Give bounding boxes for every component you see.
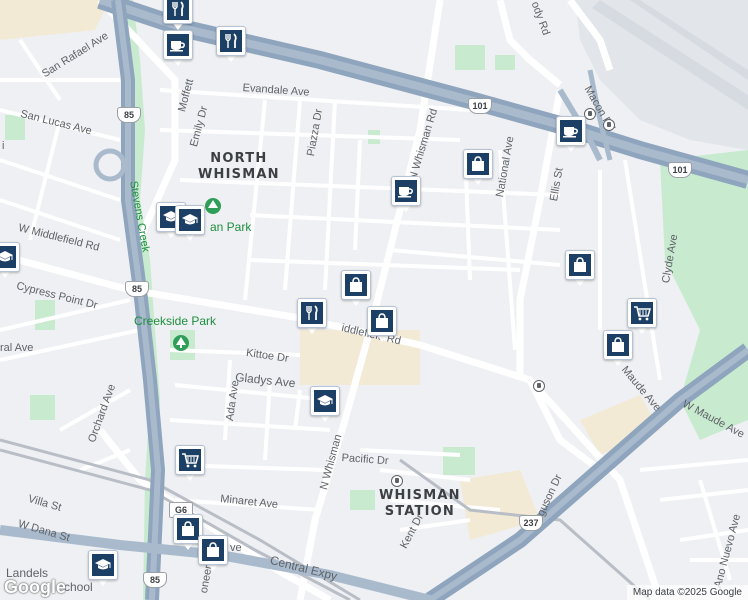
highway-101-shield-top: 101 <box>468 98 492 114</box>
park-station-2 <box>350 490 375 510</box>
grocery-icon <box>179 449 201 471</box>
park-station <box>443 447 475 475</box>
restaurant-icon <box>167 0 189 20</box>
transit-station-icon-whisman <box>391 475 403 487</box>
school-icon <box>179 209 201 231</box>
street-label-ave-fragment: ve <box>230 542 242 554</box>
pin-frame <box>310 386 340 416</box>
school-icon <box>0 246 16 268</box>
school-pin-landels[interactable] <box>88 550 118 588</box>
shopping-pin-central-2[interactable] <box>198 535 228 573</box>
pin-frame <box>198 535 228 565</box>
restaurant-icon <box>220 30 242 52</box>
pin-frame <box>341 270 371 300</box>
pin-frame <box>88 550 118 580</box>
grocery-pin-orchard[interactable] <box>175 445 205 483</box>
map-attribution[interactable]: Map data ©2025 Google <box>626 585 748 600</box>
pin-frame <box>556 116 586 146</box>
highway-85-shield-top: 85 <box>117 107 141 123</box>
google-logo[interactable]: Google <box>4 577 66 598</box>
park-top-2 <box>495 55 515 70</box>
school-icon <box>92 554 114 576</box>
shopping-icon <box>177 518 199 540</box>
pin-frame <box>603 330 633 360</box>
cafe-pin-whisman[interactable] <box>391 176 421 214</box>
highway-101-shield-right: 101 <box>668 162 692 178</box>
shopping-icon <box>607 334 629 356</box>
cafe-icon <box>395 180 417 202</box>
shopping-icon <box>345 274 367 296</box>
pin-frame <box>175 445 205 475</box>
north-whisman-label: NORTH WHISMAN <box>198 151 280 183</box>
pin-frame <box>163 0 193 24</box>
pin-frame <box>0 242 20 272</box>
school-pin-gladys[interactable] <box>310 386 340 424</box>
area-label-line: WHISMAN <box>198 167 280 182</box>
restaurant-pin-middlefield[interactable] <box>297 298 327 336</box>
area-label-line: WHISMAN <box>379 488 461 503</box>
restaurant-icon <box>301 302 323 324</box>
street-label-i-fragment: i <box>2 140 5 152</box>
shopping-pin-ellis[interactable] <box>565 250 595 288</box>
map-canvas[interactable]: NORTH WHISMAN WHISMAN STATION Evandale A… <box>0 0 748 600</box>
school-pin-left-edge[interactable] <box>0 242 20 280</box>
park-label-an-park: an Park <box>210 220 252 234</box>
cafe-pin-moffett[interactable] <box>163 30 193 68</box>
park-label-creekside: Creekside Park <box>134 314 217 328</box>
shopping-icon <box>467 153 489 175</box>
shopping-pin-middlefield-1[interactable] <box>341 270 371 308</box>
highway-85-shield-bottom: 85 <box>143 572 167 588</box>
pin-frame <box>163 30 193 60</box>
street-label-ral-ave: ral Ave <box>0 342 34 354</box>
transit-station-icon-middlefield <box>533 380 545 392</box>
cafe-pin-101[interactable] <box>556 116 586 154</box>
school-pin-park-2[interactable] <box>175 205 205 243</box>
cafe-icon <box>560 120 582 142</box>
grocery-icon <box>631 302 653 324</box>
cafe-icon <box>167 34 189 56</box>
shopping-icon <box>569 254 591 276</box>
shopping-icon <box>202 539 224 561</box>
park-left-2 <box>35 300 55 330</box>
pin-frame <box>463 149 493 179</box>
highway-85-shield-mid: 85 <box>125 281 149 297</box>
pin-frame <box>175 205 205 235</box>
pin-frame <box>391 176 421 206</box>
shopping-pin-national[interactable] <box>463 149 493 187</box>
pin-frame <box>216 26 246 56</box>
shopping-pin-middlefield-2[interactable] <box>367 306 397 344</box>
pin-frame <box>367 306 397 336</box>
shopping-pin-maude[interactable] <box>603 330 633 368</box>
pin-frame <box>565 250 595 280</box>
restaurant-pin-moffett[interactable] <box>216 26 246 64</box>
transit-station-icon-101 <box>603 119 615 131</box>
pin-frame <box>627 298 657 328</box>
highway-237-shield: 237 <box>519 515 543 531</box>
park-orchard <box>30 395 55 420</box>
restaurant-pin-top[interactable] <box>163 0 193 32</box>
school-icon <box>314 390 336 412</box>
area-label-line: NORTH <box>210 151 268 166</box>
pin-frame <box>297 298 327 328</box>
shopping-icon <box>371 310 393 332</box>
park-top <box>455 45 485 70</box>
